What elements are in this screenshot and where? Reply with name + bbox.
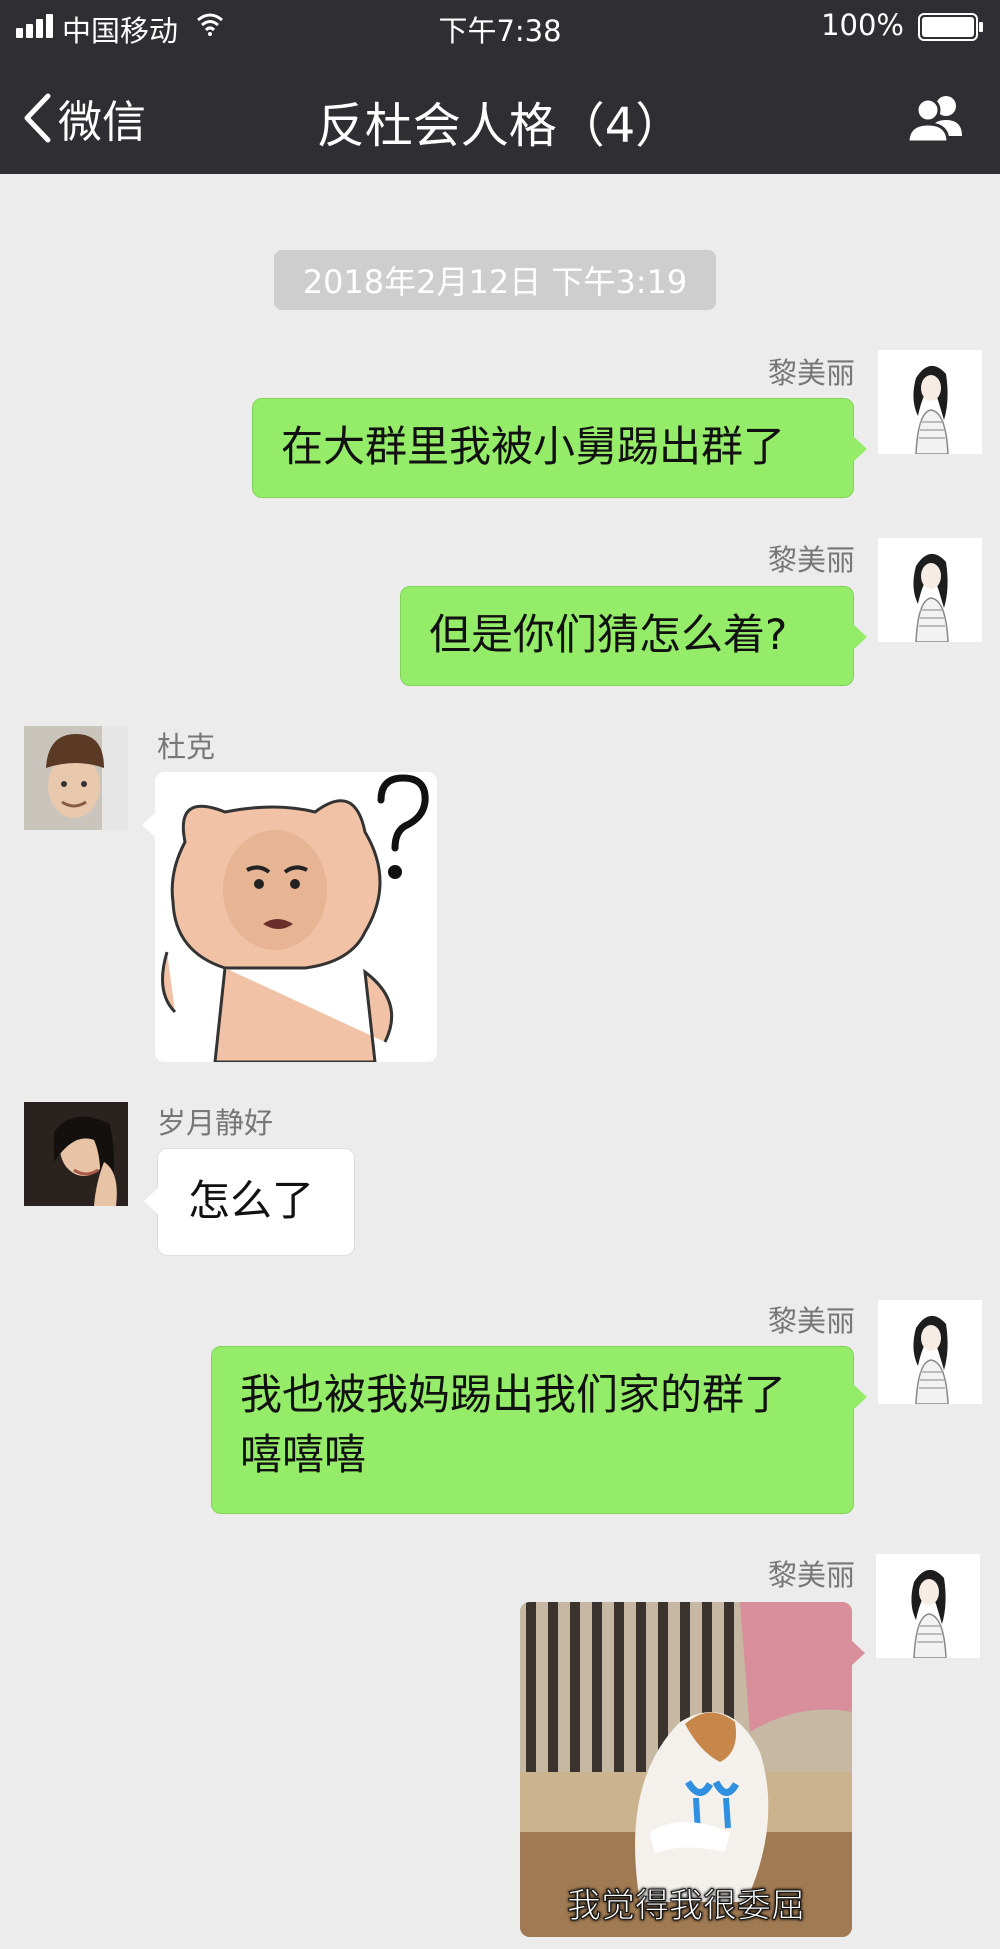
woman-avatar-icon bbox=[24, 1102, 128, 1206]
girl-avatar-icon bbox=[878, 350, 982, 454]
chat-title: 反杜会人格（4） bbox=[316, 98, 684, 154]
sticker-confused-pig[interactable] bbox=[155, 772, 437, 1062]
avatar[interactable] bbox=[878, 350, 982, 454]
message-text-line: 嘻嘻嘻 bbox=[240, 1430, 367, 1479]
message-bubble[interactable]: 怎么了 bbox=[157, 1148, 355, 1256]
avatar[interactable] bbox=[876, 1554, 980, 1658]
message-text: 怎么了 bbox=[188, 1176, 315, 1225]
message-text: 在大群里我被小舅踢出群了 bbox=[281, 422, 786, 471]
sender-name: 黎美丽 bbox=[767, 1558, 855, 1592]
sender-name: 黎美丽 bbox=[767, 1304, 855, 1338]
timestamp: 2018年2月12日 下午3:19 bbox=[274, 250, 716, 310]
sticker-caption: 我觉得我很委屈 bbox=[567, 1886, 806, 1927]
avatar[interactable] bbox=[878, 538, 982, 642]
bubble-tail bbox=[144, 1188, 158, 1214]
avatar[interactable] bbox=[24, 1102, 128, 1206]
sticker-crying-cat[interactable]: 我觉得我很委屈 bbox=[520, 1602, 852, 1937]
bubble-tail bbox=[853, 1384, 867, 1410]
message-bubble[interactable]: 但是你们猜怎么着? bbox=[400, 586, 854, 686]
man-beanie-avatar-icon bbox=[24, 726, 128, 830]
top-bar: 中国移动 下午7:38 100% 微信 反杜会人格（4） bbox=[0, 0, 1000, 174]
bubble-tail bbox=[853, 624, 867, 650]
girl-avatar-icon bbox=[876, 1554, 980, 1658]
bubble-tail bbox=[853, 436, 867, 462]
girl-avatar-icon bbox=[878, 538, 982, 642]
message-text: 但是你们猜怎么着? bbox=[429, 610, 788, 659]
status-bar: 中国移动 下午7:38 100% bbox=[0, 0, 1000, 54]
bubble-tail bbox=[142, 812, 156, 838]
message-text-line: 我也被我妈踢出我们家的群了 bbox=[240, 1370, 787, 1419]
avatar[interactable] bbox=[24, 726, 128, 830]
battery-icon bbox=[918, 13, 983, 41]
sender-name: 黎美丽 bbox=[767, 356, 855, 390]
bubble-tail bbox=[851, 1640, 865, 1666]
message-bubble[interactable]: 我也被我妈踢出我们家的群了 嘻嘻嘻 bbox=[211, 1346, 854, 1514]
confused-pig-sticker-icon bbox=[155, 772, 437, 1062]
sender-name: 杜克 bbox=[157, 730, 216, 764]
girl-avatar-icon bbox=[878, 1300, 982, 1404]
message-bubble[interactable]: 在大群里我被小舅踢出群了 bbox=[252, 398, 854, 498]
avatar[interactable] bbox=[878, 1300, 982, 1404]
people-icon[interactable] bbox=[906, 92, 970, 144]
sender-name: 黎美丽 bbox=[767, 543, 855, 577]
sender-name: 岁月静好 bbox=[157, 1106, 274, 1140]
battery-percent: 100% bbox=[821, 8, 904, 42]
